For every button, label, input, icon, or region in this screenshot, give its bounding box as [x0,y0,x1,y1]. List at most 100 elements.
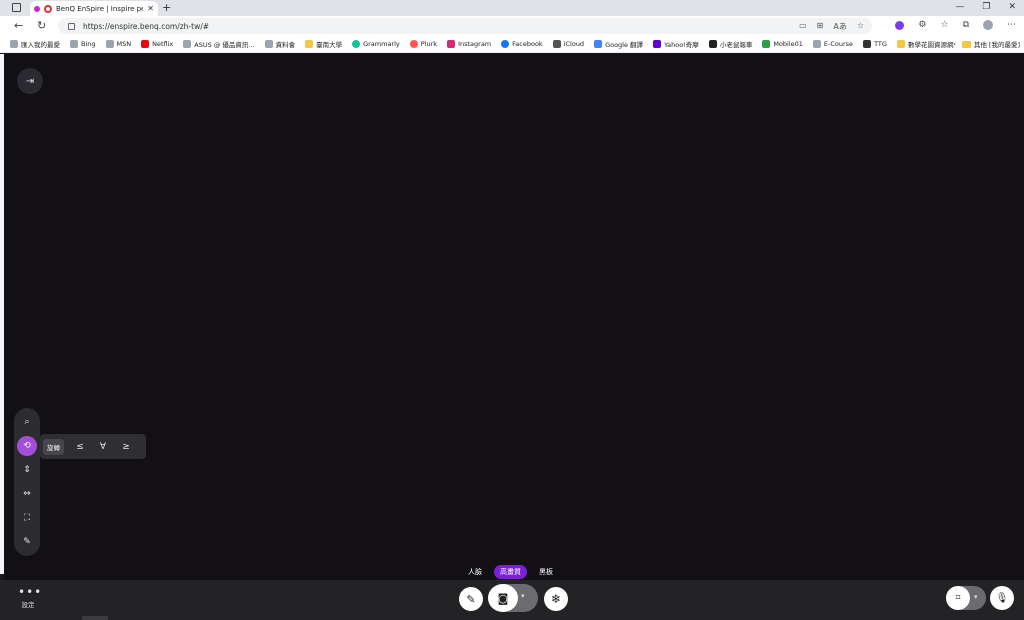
more-dots-icon: ••• [18,585,43,599]
chevron-right-icon[interactable]: › [953,40,956,48]
image-tools-sidebar: ⌕ ⟲ ⇕ ⇔ ⛶ ✎ [14,408,40,556]
address-bar[interactable]: https://enspire.benq.com/zh-tw/# ▭ ⊞ Aあ … [58,18,872,34]
zoom-button[interactable]: ⌕ [17,412,37,432]
camera-permission-icon[interactable]: ▭ [799,21,807,32]
folder-icon [305,40,314,48]
rotate-180-option[interactable]: ∀ [96,442,110,452]
bookmark-item[interactable]: Google 翻譯 [594,39,643,49]
minimize-icon[interactable]: — [955,2,964,12]
microphone-button[interactable]: 🎙 [990,586,1014,610]
bookmark-item[interactable]: Yahoo!奇摩 [653,39,699,49]
pen-icon: ✎ [466,592,476,606]
bookmark-icon [708,40,717,48]
more-menu-icon[interactable]: ⋯ [1007,20,1016,30]
window-controls: — ❐ ✕ [955,2,1016,12]
bookmark-icon [70,40,78,48]
bookmark-item[interactable]: E-Course [812,40,853,48]
google-translate-icon [594,40,603,48]
scan-group: ⌗ ▾ [946,586,986,610]
netflix-icon [141,40,150,48]
rotate-right-option[interactable]: ≥ [119,442,133,452]
restore-icon[interactable]: ❐ [982,2,990,12]
facebook-icon [501,40,510,48]
settings-button[interactable]: ••• 設定 [18,585,43,609]
bookmark-item[interactable]: 小老鼠報車 [708,39,752,49]
collections-icon[interactable]: ⧉ [963,20,969,30]
bookmark-icon [812,40,821,48]
plurk-icon [409,40,418,48]
address-bar-icons: ▭ ⊞ Aあ ☆ [799,21,864,32]
bookmark-item[interactable]: Bing [70,40,96,48]
rotate-label: 旋轉 [43,438,64,455]
apps-icon[interactable]: ⊞ [817,21,824,32]
other-favorites[interactable]: 其他 [我的最愛] [961,39,1020,49]
extension-icon[interactable] [895,20,905,30]
eraser-button[interactable]: ✎ [17,532,37,552]
favorites-icon[interactable]: ☆ [940,20,948,30]
close-window-icon[interactable]: ✕ [1008,2,1016,12]
quality-option-board[interactable]: 黑板 [533,565,559,579]
scan-button[interactable]: ⌗ [946,586,970,610]
flip-vertical-button[interactable]: ⇕ [17,460,37,480]
bookmark-item[interactable]: 匯入我的最愛 [10,39,60,49]
flip-horizontal-button[interactable]: ⇔ [17,484,37,504]
capture-group: ◙ ▾ [488,584,538,612]
instagram-icon [447,40,456,48]
bookmark-icon [264,40,273,48]
pen-button[interactable]: ✎ [459,587,483,611]
new-tab-icon[interactable]: + [162,1,171,14]
rotate-options-panel: 旋轉 ≤ ∀ ≥ [40,434,146,459]
chevron-down-icon[interactable]: ▾ [521,592,525,600]
zoom-icon: ⌕ [24,417,30,427]
quality-selector: 人臉 高畫質 黑板 [462,565,559,579]
settings-label: 設定 [21,601,35,609]
url-text: https://enspire.benq.com/zh-tw/# [83,21,210,31]
bookmark-item[interactable]: 資料會 [264,39,295,49]
folder-icon [961,40,971,48]
extensions-puzzle-icon[interactable]: ⚙ [918,20,926,30]
quality-option-face[interactable]: 人臉 [462,565,488,579]
browser-toolbar: ← ↻ https://enspire.benq.com/zh-tw/# ▭ ⊞… [0,16,1024,36]
microphone-icon: 🎙 [995,592,1009,604]
bookmark-item[interactable]: Instagram [447,40,491,48]
ttg-icon [863,40,872,48]
camera-icon: ◙ [497,591,509,605]
profile-avatar[interactable] [983,20,993,30]
bookmarks-overflow: › 其他 [我的最愛] [953,39,1020,49]
bookmark-item[interactable]: Plurk [409,40,437,48]
refresh-icon[interactable]: ↻ [37,19,46,32]
bookmark-item[interactable]: iCloud [552,40,584,48]
scan-icon: ⌗ [955,593,961,603]
browser-tab-active[interactable]: BenQ EnSpire | Inspire peo ✕ [30,1,158,16]
read-aloud-icon[interactable]: Aあ [833,21,846,32]
close-tab-icon[interactable]: ✕ [147,4,154,13]
back-arrow-icon[interactable]: ← [14,19,23,32]
extension-dot-icon [34,5,40,12]
eraser-icon: ✎ [23,537,31,547]
bookmarks-bar: 匯入我的最愛 Bing MSN Netflix ASUS @ 優品資訊... 資… [0,36,1024,53]
exit-button[interactable]: ⇥ [17,68,43,94]
bookmark-item[interactable]: ASUS @ 優品資訊... [183,39,255,49]
rotate-button[interactable]: ⟲ [17,436,37,456]
capture-button[interactable]: ◙ [488,584,518,612]
chevron-down-icon[interactable]: ▾ [974,593,978,601]
favorite-star-icon[interactable]: ☆ [857,21,864,32]
quality-option-hd[interactable]: 高畫質 [494,565,527,579]
bookmark-item[interactable]: 臺南大學 [305,39,342,49]
bookmark-item[interactable]: Mobile01 [762,40,803,48]
camera-view[interactable] [4,54,1024,580]
lock-icon [68,22,75,30]
rotate-left-option[interactable]: ≤ [73,442,87,452]
snowflake-icon: ❄ [550,592,562,606]
bookmark-icon [183,40,192,48]
bookmark-item[interactable]: MSN [105,40,131,48]
bookmark-item[interactable]: TTG [863,40,887,48]
taskbar-fragment [82,616,108,620]
crop-button[interactable]: ⛶ [17,508,37,528]
freeze-button[interactable]: ❄ [544,587,568,611]
bookmark-item[interactable]: Netflix [141,40,173,48]
bookmark-item[interactable]: 數學花園資源網 [896,39,953,49]
bookmark-item[interactable]: Grammarly [352,40,400,48]
tab-actions-icon[interactable] [12,3,21,12]
bookmark-item[interactable]: Facebook [501,40,543,48]
